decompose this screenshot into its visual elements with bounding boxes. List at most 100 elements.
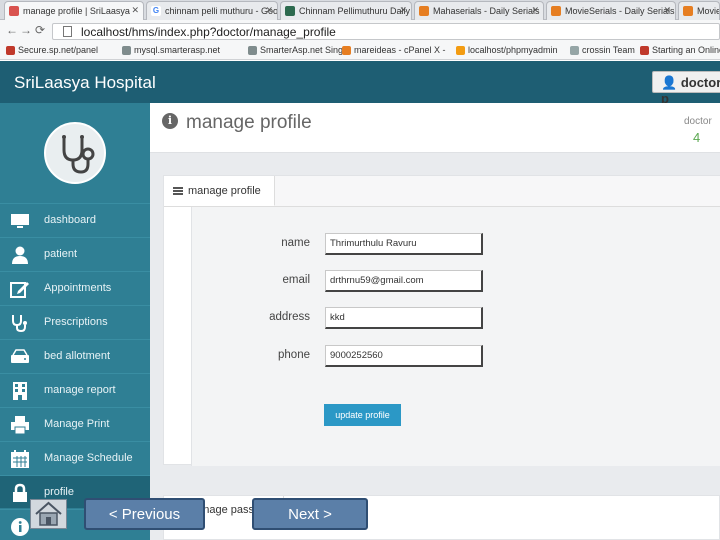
bookmark-item[interactable]: crossin Team xyxy=(570,45,635,55)
next-button[interactable]: Next > xyxy=(252,498,368,530)
sidebar-item-appointments[interactable]: Appointments xyxy=(0,271,150,304)
bookmark-item[interactable]: localhost/phpmyadmin xyxy=(456,45,558,55)
monitor-icon xyxy=(11,214,29,228)
sidebar-item-dashboard[interactable]: dashboard xyxy=(0,203,150,236)
bookmark-label: Starting an Online xyxy=(652,45,720,55)
name-label: name xyxy=(281,237,310,249)
browser-tab[interactable]: MovieS xyxy=(678,1,720,20)
info-icon xyxy=(11,518,29,536)
browser-tab-strip: manage profile | SriLaasya ✕ G chinnam p… xyxy=(0,0,720,20)
browser-tab-title: MovieS xyxy=(697,6,719,16)
browser-tab-title: Mahaserials - Daily Serials xyxy=(433,6,540,16)
app-header: SriLaasya Hospital 👤 doctor p xyxy=(0,61,720,106)
sidebar-item-patient[interactable]: patient xyxy=(0,237,150,270)
browser-tab[interactable]: Chinnam Pellimuthuru Daily ✕ xyxy=(280,1,412,20)
browser-tab-title: Chinnam Pellimuthuru Daily xyxy=(299,6,411,16)
home-icon xyxy=(35,501,62,526)
close-tab-icon[interactable]: ✕ xyxy=(663,5,671,16)
role-label: doctor xyxy=(684,116,712,127)
bookmark-icon xyxy=(122,46,131,55)
sidebar-item-label: Manage Schedule xyxy=(44,452,133,464)
site-favicon-icon xyxy=(551,6,561,16)
bookmark-label: Secure.sp.net/panel xyxy=(18,45,99,55)
address-bar: ← → ⟳ localhost/hms/index.php?doctor/man… xyxy=(0,20,720,42)
sidebar-item-bed-allotment[interactable]: bed allotment xyxy=(0,339,150,372)
sidebar-item-prescriptions[interactable]: Prescriptions xyxy=(0,305,150,338)
bookmark-item[interactable]: mareideas - cPanel X - xyxy=(342,45,446,55)
bookmark-label: mysql.smarterasp.net xyxy=(134,45,221,55)
email-label: email xyxy=(282,274,310,286)
browser-tab[interactable]: MovieSerials - Daily Serials ✕ xyxy=(546,1,676,20)
stethoscope-icon xyxy=(12,315,27,333)
profile-form: name Thrimurthulu Ravuru email drthrnu59… xyxy=(191,207,720,466)
site-favicon-icon xyxy=(285,6,295,16)
bookmark-icon xyxy=(248,46,257,55)
role-count: 4 xyxy=(693,130,701,145)
address-label: address xyxy=(269,311,310,323)
sidebar-item-manage-report[interactable]: manage report xyxy=(0,373,150,406)
phone-field[interactable]: 9000252560 xyxy=(325,345,483,367)
url-input[interactable]: localhost/hms/index.php?doctor/manage_pr… xyxy=(52,23,720,40)
main-content: i manage profile doctor 4 manage profile… xyxy=(150,103,720,540)
page-header: i manage profile doctor 4 xyxy=(150,103,720,153)
stethoscope-logo-icon xyxy=(44,122,106,184)
bookmark-item[interactable]: Starting an Online xyxy=(640,45,720,55)
sidebar-item-label: patient xyxy=(44,248,78,260)
site-favicon-icon xyxy=(683,6,693,16)
sidebar: dashboard patient Appointments Prescript… xyxy=(0,103,150,540)
phone-label: phone xyxy=(278,349,310,361)
reload-icon[interactable]: ⟳ xyxy=(35,23,45,37)
address-field[interactable]: kkd xyxy=(325,307,483,329)
info-icon: i xyxy=(162,113,178,129)
tab-label: manage profile xyxy=(188,185,261,197)
sidebar-item-label: Prescriptions xyxy=(44,316,108,328)
close-tab-icon[interactable]: ✕ xyxy=(265,5,273,16)
sidebar-item-manage-schedule[interactable]: Manage Schedule xyxy=(0,441,150,474)
sidebar-item-manage-print[interactable]: Manage Print xyxy=(0,407,150,440)
browser-tab[interactable]: Mahaserials - Daily Serials ✕ xyxy=(414,1,544,20)
page-info-icon[interactable] xyxy=(63,26,72,37)
email-field[interactable]: drthrnu59@gmail.com xyxy=(325,270,483,292)
forward-icon[interactable]: → xyxy=(20,23,32,37)
browser-tab-title: manage profile | SriLaasya xyxy=(23,6,130,16)
hdd-icon xyxy=(11,349,29,363)
profile-panel: manage profile name Thrimurthulu Ravuru … xyxy=(163,175,720,466)
bookmarks-bar: Secure.sp.net/panel mysql.smarterasp.net… xyxy=(0,42,720,60)
bookmark-label: SmarterAsp.net Single xyxy=(260,45,351,55)
user-icon: 👤 xyxy=(661,75,678,90)
page-favicon-icon xyxy=(9,6,19,16)
user-icon xyxy=(12,246,28,264)
bookmark-icon xyxy=(456,46,465,55)
close-tab-icon[interactable]: ✕ xyxy=(399,5,407,16)
update-profile-button[interactable]: update profile xyxy=(324,404,401,426)
password-panel: manage pass xyxy=(163,495,720,540)
close-tab-icon[interactable]: ✕ xyxy=(131,5,139,16)
print-icon xyxy=(11,416,29,435)
lock-icon xyxy=(13,483,27,502)
home-button[interactable] xyxy=(30,499,67,529)
sidebar-item-label: Manage Print xyxy=(44,418,110,430)
google-favicon-icon: G xyxy=(151,6,161,16)
bookmark-item[interactable]: Secure.sp.net/panel xyxy=(6,45,98,55)
edit-icon xyxy=(10,282,29,298)
sidebar-item-label: profile xyxy=(44,486,74,498)
tab-manage-profile[interactable]: manage profile xyxy=(164,176,275,206)
bookmark-label: crossin Team xyxy=(582,45,635,55)
back-icon[interactable]: ← xyxy=(6,23,18,37)
user-menu-button[interactable]: 👤 doctor p xyxy=(652,71,720,106)
browser-tab[interactable]: manage profile | SriLaasya ✕ xyxy=(4,1,144,20)
browser-tab[interactable]: G chinnam pelli muthuru - Goo ✕ xyxy=(146,1,278,20)
browser-tab-title: MovieSerials - Daily Serials xyxy=(565,6,675,16)
close-tab-icon[interactable]: ✕ xyxy=(531,5,539,16)
sidebar-item-label: dashboard xyxy=(44,214,96,226)
brand-title: SriLaasya Hospital xyxy=(14,73,156,92)
name-field[interactable]: Thrimurthulu Ravuru xyxy=(325,233,483,255)
calendar-icon xyxy=(11,450,29,468)
site-favicon-icon xyxy=(419,6,429,16)
previous-button[interactable]: < Previous xyxy=(84,498,205,530)
bookmark-item[interactable]: SmarterAsp.net Single xyxy=(248,45,350,55)
page-title: manage profile xyxy=(186,112,312,133)
bookmark-item[interactable]: mysql.smarterasp.net xyxy=(122,45,220,55)
bookmark-label: mareideas - cPanel X - xyxy=(354,45,446,55)
bookmark-icon xyxy=(342,46,351,55)
